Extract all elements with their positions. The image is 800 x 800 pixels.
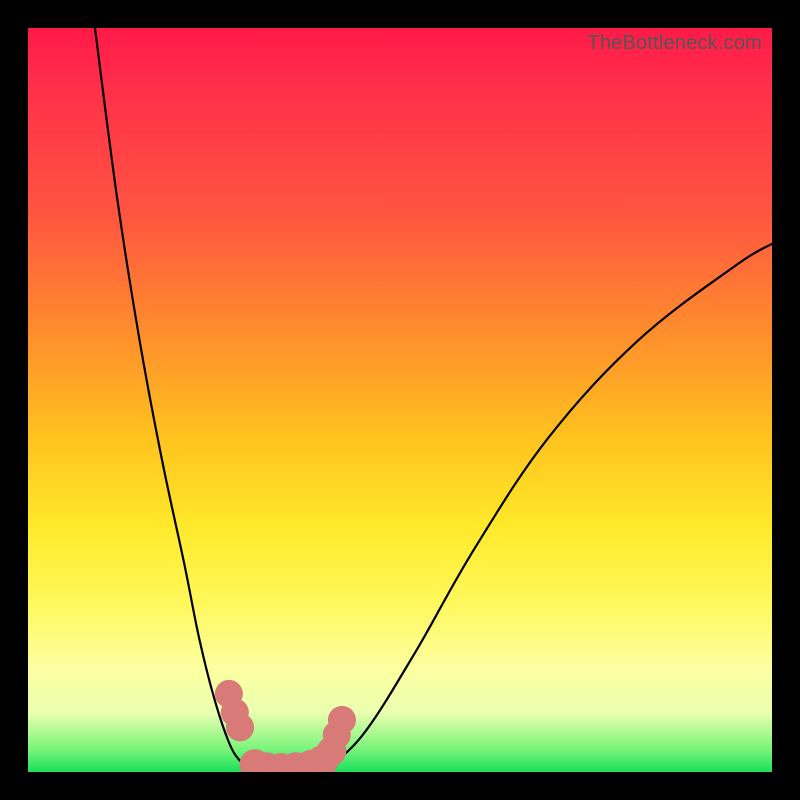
bottleneck-curve	[95, 28, 772, 771]
marker-layer	[215, 680, 356, 772]
chart-frame: TheBottleneck.com	[0, 0, 800, 800]
curve-layer	[95, 28, 772, 771]
chart-plot-area: TheBottleneck.com	[28, 28, 772, 772]
chart-svg	[28, 28, 772, 772]
data-marker	[226, 713, 254, 741]
data-marker	[328, 706, 356, 734]
